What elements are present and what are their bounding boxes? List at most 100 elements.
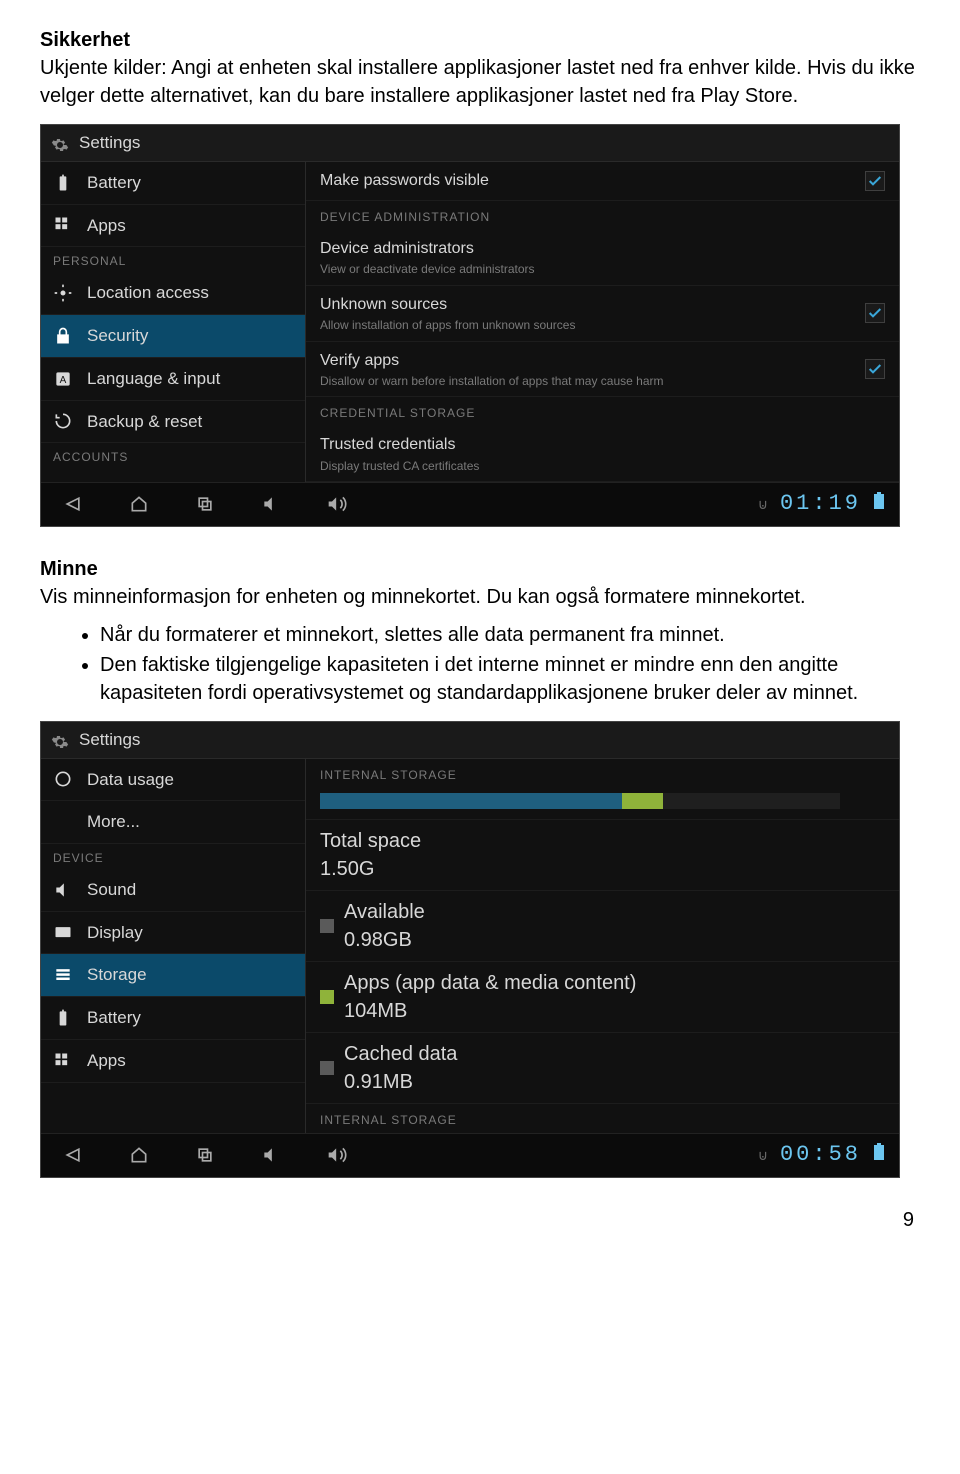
row-unknown-sources[interactable]: Unknown sources Allow installation of ap… — [306, 286, 899, 342]
sidebar-item-label: Security — [87, 324, 148, 348]
volume-up-button[interactable] — [319, 1141, 355, 1169]
sidebar-item-label: Display — [87, 921, 143, 945]
row-label: Trusted credentials — [320, 434, 885, 456]
sidebar-item-label: Battery — [87, 1006, 141, 1030]
color-swatch-cache — [320, 1061, 334, 1075]
bullet-item: Den faktiske tilgjengelige kapasiteten i… — [100, 651, 920, 707]
content-panel: INTERNAL STORAGE Total space 1.50G Avail… — [306, 759, 899, 1134]
section-header-credential-storage: CREDENTIAL STORAGE — [306, 397, 899, 426]
section-header-internal-storage-2: INTERNAL STORAGE — [306, 1104, 899, 1133]
sidebar-item-battery[interactable]: Battery — [41, 162, 305, 205]
home-button[interactable] — [121, 490, 157, 518]
volume-down-button[interactable] — [253, 490, 289, 518]
sidebar-item-storage[interactable]: Storage — [41, 954, 305, 997]
usb-icon: ⊍ — [758, 495, 768, 515]
language-icon: A — [53, 369, 73, 389]
sidebar-item-apps[interactable]: Apps — [41, 205, 305, 248]
section-title-memory: Minne — [40, 555, 920, 583]
bullet-list: Når du formaterer et minnekort, slettes … — [100, 621, 920, 707]
sidebar-item-location[interactable]: Location access — [41, 272, 305, 315]
storage-bar-apps — [622, 793, 664, 809]
sidebar-item-language[interactable]: A Language & input — [41, 358, 305, 401]
back-button[interactable] — [55, 490, 91, 518]
settings-title: Settings — [79, 131, 140, 155]
row-make-passwords-visible[interactable]: Make passwords visible — [306, 162, 899, 201]
sidebar-header-personal: PERSONAL — [41, 247, 305, 272]
settings-icon — [51, 731, 69, 749]
row-total-space[interactable]: Total space 1.50G — [306, 820, 899, 891]
page-number: 9 — [40, 1206, 914, 1234]
sound-icon — [53, 880, 73, 900]
section-header-device-admin: DEVICE ADMINISTRATION — [306, 201, 899, 230]
system-navbar: ⊍ 00:58 — [41, 1133, 899, 1177]
row-sub: View or deactivate device administrators — [320, 262, 885, 276]
sidebar: Battery Apps PERSONAL Location access Se… — [41, 162, 306, 482]
recents-button[interactable] — [187, 490, 223, 518]
sidebar-item-label: Apps — [87, 214, 126, 238]
status-clock: 00:58 — [780, 1140, 861, 1171]
row-available[interactable]: Available 0.98GB — [306, 891, 899, 962]
sidebar-item-label: Language & input — [87, 367, 220, 391]
display-icon — [53, 923, 73, 943]
recents-button[interactable] — [187, 1141, 223, 1169]
screenshot-security-settings: Settings Battery Apps PERSONAL Location … — [40, 124, 900, 527]
sidebar-item-apps[interactable]: Apps — [41, 1040, 305, 1083]
sidebar: Data usage More... DEVICE Sound Display … — [41, 759, 306, 1134]
settings-header[interactable]: Settings — [41, 125, 899, 162]
sidebar-header-accounts: ACCOUNTS — [41, 443, 305, 468]
bullet-item: Når du formaterer et minnekort, slettes … — [100, 621, 920, 649]
section-title-security: Sikkerhet — [40, 26, 920, 54]
row-sub: Disallow or warn before installation of … — [320, 374, 865, 388]
row-label: Total space — [320, 827, 885, 855]
sidebar-item-battery[interactable]: Battery — [41, 997, 305, 1040]
row-cached-data[interactable]: Cached data 0.91MB — [306, 1033, 899, 1104]
section-body-memory: Vis minneinformasjon for enheten og minn… — [40, 583, 920, 611]
row-device-administrators[interactable]: Device administrators View or deactivate… — [306, 230, 899, 286]
battery-icon — [53, 1008, 73, 1028]
storage-icon — [53, 965, 73, 985]
back-button[interactable] — [55, 1141, 91, 1169]
row-value: 104MB — [344, 997, 885, 1025]
checkbox-unknown-sources[interactable] — [865, 303, 885, 323]
row-value: 1.50G — [320, 855, 885, 883]
row-label: Apps (app data & media content) — [344, 969, 885, 997]
apps-icon — [53, 1051, 73, 1071]
row-sub: Display trusted CA certificates — [320, 459, 885, 473]
settings-header[interactable]: Settings — [41, 722, 899, 759]
sidebar-item-label: More... — [87, 810, 140, 834]
volume-down-button[interactable] — [253, 1141, 289, 1169]
svg-text:A: A — [60, 375, 67, 386]
battery-icon — [53, 173, 73, 193]
row-label: Verify apps — [320, 350, 865, 372]
volume-up-button[interactable] — [319, 490, 355, 518]
apps-icon — [53, 215, 73, 235]
sidebar-item-display[interactable]: Display — [41, 912, 305, 955]
color-swatch-apps — [320, 990, 334, 1004]
row-verify-apps[interactable]: Verify apps Disallow or warn before inst… — [306, 342, 899, 398]
checkbox-verify-apps[interactable] — [865, 359, 885, 379]
system-navbar: ⊍ 01:19 — [41, 482, 899, 526]
sidebar-item-backup[interactable]: Backup & reset — [41, 401, 305, 444]
more-icon — [53, 812, 73, 832]
settings-icon — [51, 134, 69, 152]
storage-bar — [320, 793, 840, 809]
location-icon — [53, 283, 73, 303]
row-apps-data[interactable]: Apps (app data & media content) 104MB — [306, 962, 899, 1033]
section-body-security: Ukjente kilder: Angi at enheten skal ins… — [40, 54, 920, 110]
sidebar-item-security[interactable]: Security — [41, 315, 305, 358]
sidebar-item-data-usage[interactable]: Data usage — [41, 759, 305, 802]
status-clock: 01:19 — [780, 489, 861, 520]
sidebar-item-more[interactable]: More... — [41, 801, 305, 844]
sidebar-item-label: Battery — [87, 171, 141, 195]
row-label: Cached data — [344, 1040, 885, 1068]
sidebar-item-sound[interactable]: Sound — [41, 869, 305, 912]
row-value: 0.98GB — [344, 926, 885, 954]
home-button[interactable] — [121, 1141, 157, 1169]
row-label: Unknown sources — [320, 294, 865, 316]
screenshot-storage-settings: Settings Data usage More... DEVICE Sound… — [40, 721, 900, 1178]
battery-status-icon — [873, 1141, 885, 1169]
row-trusted-credentials[interactable]: Trusted credentials Display trusted CA c… — [306, 426, 899, 482]
settings-title: Settings — [79, 728, 140, 752]
sidebar-item-label: Apps — [87, 1049, 126, 1073]
checkbox-make-passwords[interactable] — [865, 171, 885, 191]
